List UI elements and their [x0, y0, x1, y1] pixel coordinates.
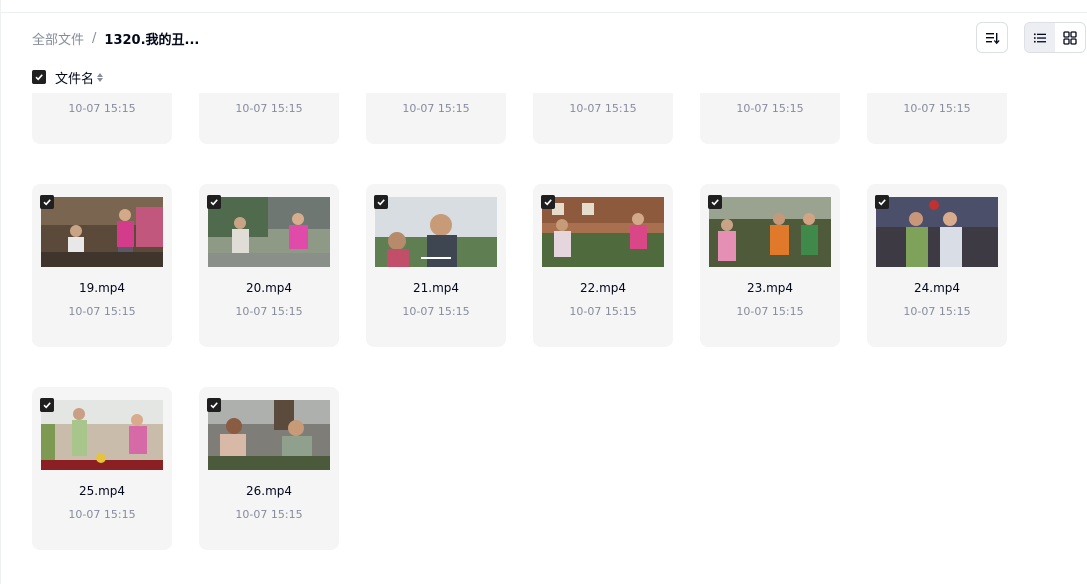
file-date: 10-07 15:15 — [569, 102, 637, 115]
file-date: 10-07 15:15 — [68, 508, 136, 521]
file-card[interactable]: 21.mp4 10-07 15:15 — [366, 184, 506, 347]
breadcrumb-current: 1320.我的丑... — [104, 33, 200, 48]
top-bar — [1, 0, 1087, 13]
check-icon — [43, 402, 51, 409]
file-checkbox[interactable] — [708, 195, 722, 209]
sort-button[interactable] — [976, 22, 1008, 53]
file-card[interactable]: 13.mp410-07 15:15 — [32, 93, 172, 144]
file-date: 10-07 15:15 — [736, 102, 804, 115]
file-name: 25.mp4 — [78, 484, 126, 498]
check-icon — [711, 199, 719, 206]
file-card[interactable]: 26.mp4 10-07 15:15 — [199, 387, 339, 550]
file-grid-viewport[interactable]: 13.mp410-07 15:15 14.mp410-07 15:15 15.mp4… — [1, 93, 1087, 584]
file-card[interactable]: 16.mp410-07 15:15 — [533, 93, 673, 144]
column-header: 文件名 — [32, 67, 104, 87]
check-icon — [43, 199, 51, 206]
file-checkbox[interactable] — [40, 398, 54, 412]
file-card[interactable]: 25.mp4 10-07 15:15 — [32, 387, 172, 550]
file-date: 10-07 15:15 — [402, 305, 470, 318]
file-card[interactable]: 14.mp410-07 15:15 — [199, 93, 339, 144]
file-name: 26.mp4 — [245, 484, 293, 498]
file-card[interactable]: 18.mp410-07 15:15 — [867, 93, 1007, 144]
header: 全部文件 / 1320.我的丑... — [1, 13, 1087, 63]
check-icon — [210, 199, 218, 206]
video-thumbnail — [208, 400, 330, 470]
view-toggle — [1024, 22, 1086, 53]
file-checkbox[interactable] — [541, 195, 555, 209]
video-thumbnail — [208, 197, 330, 267]
check-icon — [210, 402, 218, 409]
file-date: 10-07 15:15 — [235, 102, 303, 115]
video-thumbnail — [709, 197, 831, 267]
check-icon — [878, 199, 886, 206]
select-all-checkbox[interactable] — [32, 70, 46, 84]
list-view-button[interactable] — [1025, 23, 1055, 52]
breadcrumb-root[interactable]: 全部文件 — [32, 29, 84, 48]
file-card[interactable]: 22.mp4 10-07 15:15 — [533, 184, 673, 347]
file-checkbox[interactable] — [374, 195, 388, 209]
file-name: 19.mp4 — [78, 281, 126, 295]
file-name: 20.mp4 — [245, 281, 293, 295]
file-card[interactable]: 20.mp4 10-07 15:15 — [199, 184, 339, 347]
file-date: 10-07 15:15 — [903, 102, 971, 115]
file-card[interactable]: 23.mp4 10-07 15:15 — [700, 184, 840, 347]
file-card[interactable]: 17.mp410-07 15:15 — [700, 93, 840, 144]
breadcrumb-separator: / — [92, 31, 97, 46]
file-date: 10-07 15:15 — [235, 305, 303, 318]
grid-view-icon — [1063, 30, 1077, 45]
file-browser: 全部文件 / 1320.我的丑... 文件名 10-07 15:15 10-07… — [0, 0, 1087, 584]
file-card[interactable]: 15.mp410-07 15:15 — [366, 93, 506, 144]
grid-view-button[interactable] — [1055, 23, 1085, 52]
video-thumbnail — [375, 197, 497, 267]
file-checkbox[interactable] — [207, 398, 221, 412]
file-date: 10-07 15:15 — [68, 305, 136, 318]
check-icon — [544, 199, 552, 206]
file-card[interactable]: 19.mp4 10-07 15:15 — [32, 184, 172, 347]
filename-column-label[interactable]: 文件名 — [55, 68, 94, 87]
file-date: 10-07 15:15 — [402, 102, 470, 115]
sort-caret-icon[interactable] — [97, 72, 104, 82]
file-name: 22.mp4 — [579, 281, 627, 295]
file-date: 10-07 15:15 — [569, 305, 637, 318]
video-thumbnail — [876, 197, 998, 267]
file-date: 10-07 15:15 — [903, 305, 971, 318]
file-name: 24.mp4 — [913, 281, 961, 295]
file-name: 21.mp4 — [412, 281, 460, 295]
file-card[interactable]: 24.mp4 10-07 15:15 — [867, 184, 1007, 347]
check-icon — [35, 74, 43, 81]
video-thumbnail — [542, 197, 664, 267]
file-date: 10-07 15:15 — [736, 305, 804, 318]
list-view-icon — [1034, 33, 1046, 42]
check-icon — [377, 199, 385, 206]
file-date: 10-07 15:15 — [68, 102, 136, 115]
breadcrumb: 全部文件 / 1320.我的丑... — [32, 29, 199, 48]
video-thumbnail — [41, 197, 163, 267]
sort-descending-icon — [986, 32, 1000, 44]
file-date: 10-07 15:15 — [235, 508, 303, 521]
video-thumbnail — [41, 400, 163, 470]
file-checkbox[interactable] — [207, 195, 221, 209]
file-name: 23.mp4 — [746, 281, 794, 295]
file-checkbox[interactable] — [875, 195, 889, 209]
file-checkbox[interactable] — [40, 195, 54, 209]
file-grid: 13.mp410-07 15:15 14.mp410-07 15:15 15.mp4… — [32, 93, 1032, 550]
